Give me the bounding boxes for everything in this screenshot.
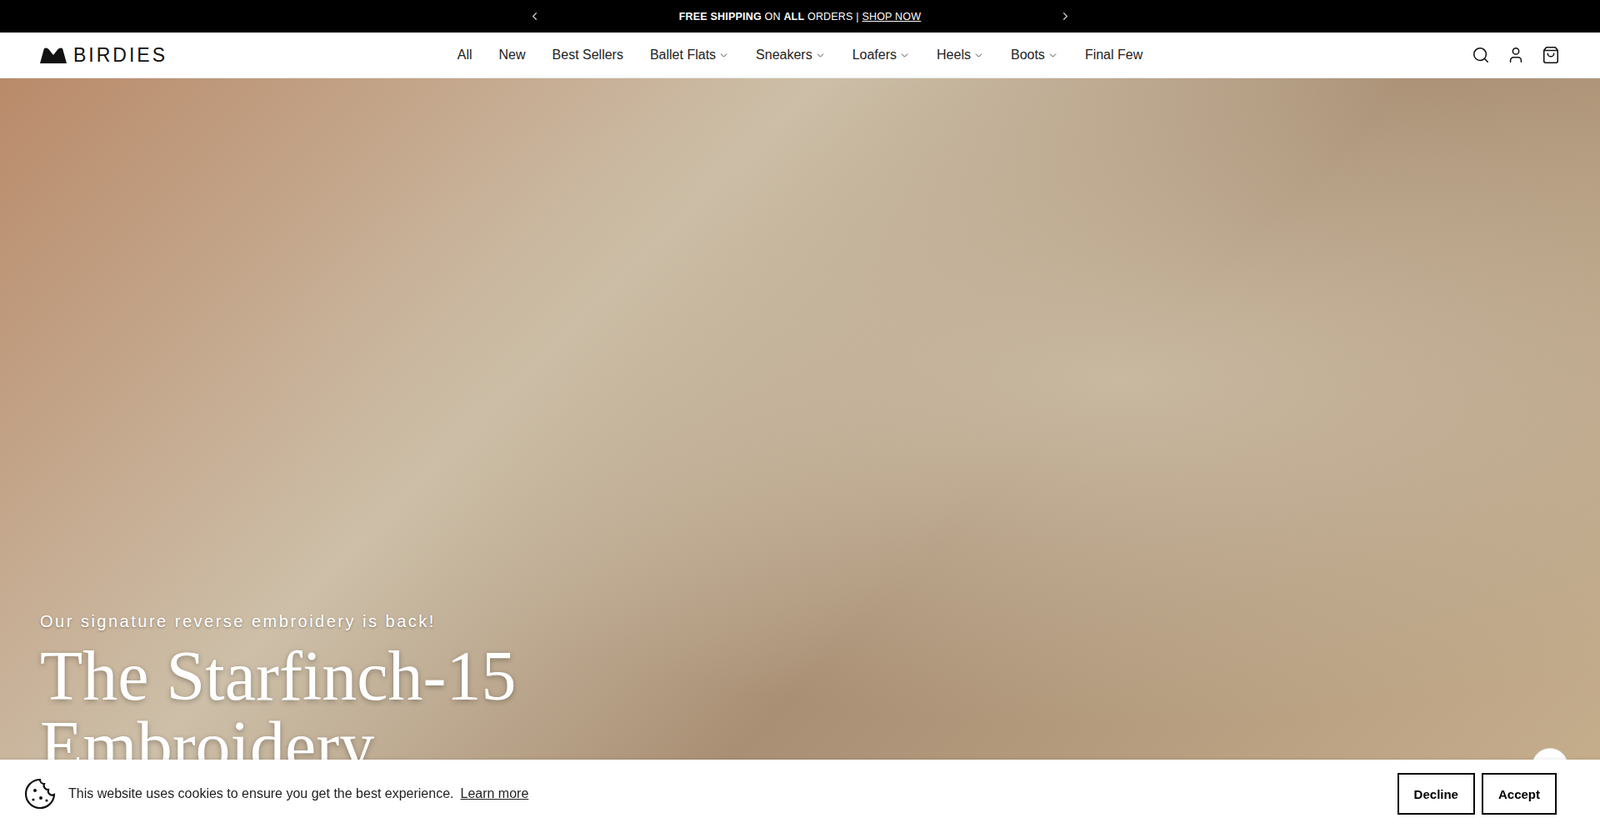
nav-item[interactable]: New [499, 47, 526, 63]
cookie-message: This website uses cookies to ensure you … [68, 785, 1386, 801]
main-nav: All New Best Sellers Ballet Flats Sneakers Lo… [457, 47, 1143, 63]
nav-item[interactable]: Boots [1010, 47, 1059, 63]
account-button[interactable] [1506, 45, 1525, 65]
nav-item[interactable]: Final Few [1085, 47, 1143, 63]
search-icon [1471, 45, 1490, 65]
cookie-buttons: DeclineAccept [1397, 772, 1557, 815]
announcement-text: FREE SHIPPING ON ALL ORDERS | SHOP NOW [679, 10, 922, 23]
next-button[interactable] [1055, 6, 1075, 26]
chevron-down-icon [973, 50, 985, 61]
logo[interactable]: BIRDIES [40, 44, 458, 67]
previous-button[interactable] [525, 6, 545, 26]
learn-more-link[interactable]: Learn more [460, 785, 529, 800]
shop-now-link[interactable]: SHOP NOW [861, 10, 921, 23]
nav-item[interactable]: Loafers [852, 47, 910, 63]
nav-item[interactable]: Ballet Flats [650, 47, 730, 63]
logo-icon [40, 46, 67, 64]
search-button[interactable] [1471, 45, 1490, 65]
header-icons [1142, 45, 1560, 65]
announcement-bar: FREE SHIPPING ON ALL ORDERS | SHOP NOW [0, 0, 1600, 33]
announcement-segment: ORDERS | [804, 10, 862, 23]
chevron-right-icon [1059, 10, 1072, 23]
nav-item[interactable]: Heels [936, 47, 985, 63]
hero-eyebrow: Our signature reverse embroidery is back… [40, 611, 436, 631]
nav-item[interactable]: Best Sellers [552, 47, 624, 63]
hero-title-line: The Starfinch-15 [40, 640, 516, 711]
hero-banner[interactable]: Our signature reverse embroidery is back… [0, 78, 1600, 828]
nav-item[interactable]: Sneakers [755, 47, 826, 63]
logo-text: BIRDIES [73, 44, 168, 67]
cookie-button[interactable]: Decline [1397, 772, 1475, 815]
chevron-down-icon [815, 50, 826, 61]
cookie-icon [23, 776, 57, 810]
chevron-down-icon [899, 50, 910, 61]
cookie-button[interactable]: Accept [1481, 772, 1557, 815]
chevron-left-icon [528, 10, 541, 23]
header: BIRDIES All New Best Sellers Ballet Flats Sne… [0, 32, 1600, 79]
bag-icon [1541, 45, 1560, 65]
chevron-down-icon [1047, 50, 1059, 61]
announcement-segment: ON [761, 10, 785, 23]
cookie-banner: This website uses cookies to ensure you … [0, 759, 1600, 828]
announcement-carousel: FREE SHIPPING ON ALL ORDERS | SHOP NOW [525, 6, 1075, 26]
announcement-segment: FREE SHIPPING [679, 10, 762, 23]
nav-item[interactable]: All [457, 47, 473, 63]
announcement-segment: ALL [783, 10, 805, 23]
chevron-down-icon [718, 50, 730, 61]
user-icon [1506, 45, 1525, 65]
cart-button[interactable] [1541, 45, 1560, 65]
page: FREE SHIPPING ON ALL ORDERS | SHOP NOW BI… [0, 0, 1600, 828]
